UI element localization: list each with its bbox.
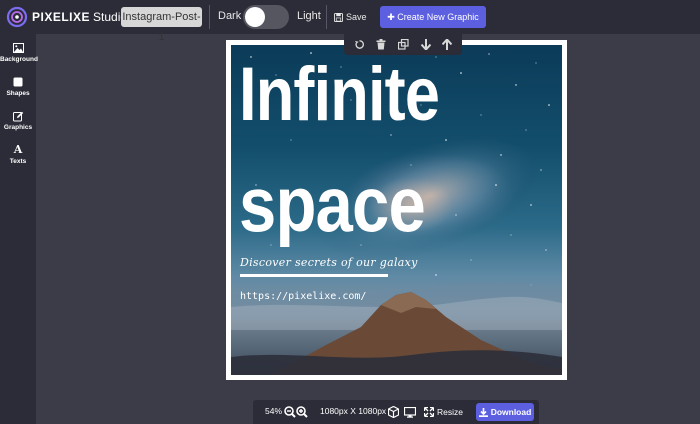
create-new-graphic-button[interactable]: ✚ Create New Graphic: [380, 6, 486, 28]
headline-line-1[interactable]: Infinite: [239, 55, 440, 135]
image-icon: [0, 42, 36, 54]
save-label: Save: [346, 12, 367, 22]
toggle-knob: [245, 7, 265, 27]
rotate-icon[interactable]: [354, 39, 365, 50]
canvas-frame: Infinite space Discover secrets of our g…: [226, 40, 567, 380]
url-text[interactable]: https://pixelixe.com/: [240, 291, 366, 302]
theme-light-label: Light: [297, 10, 321, 22]
divider: [209, 5, 210, 29]
document-name-field[interactable]: Instagram-Post-1: [121, 7, 202, 43]
sidebar-item-shapes[interactable]: Shapes: [0, 76, 36, 97]
sidebar-item-label: Shapes: [6, 90, 30, 97]
save-button[interactable]: Save: [334, 8, 367, 26]
logo[interactable]: PIXELIXE Studio: [6, 6, 127, 28]
zoom-level: 54%: [265, 406, 283, 416]
sidebar-item-texts[interactable]: A Texts: [0, 143, 36, 166]
plus-icon: ✚: [387, 12, 398, 22]
duplicate-icon[interactable]: [397, 39, 409, 50]
sidebar-item-label: Graphics: [3, 124, 33, 131]
edit-icon: [0, 110, 36, 122]
download-button[interactable]: Download: [476, 403, 534, 421]
cube-icon[interactable]: [387, 405, 400, 423]
top-bar: PIXELIXE Studio Instagram-Post-1 Dark Li…: [0, 0, 700, 43]
floppy-disk-icon: [334, 12, 343, 22]
create-label: Create New Graphic: [397, 12, 479, 22]
bottom-bar: 54% 1080px X 1080px Resize Download: [253, 400, 539, 424]
tagline-text[interactable]: Discover secrets of our galaxy: [240, 256, 418, 269]
square-icon: [0, 76, 36, 88]
pixelixe-logo-icon: [6, 6, 28, 28]
canvas-dimensions: 1080px X 1080px: [320, 406, 387, 416]
expand-icon: [424, 407, 434, 417]
arrow-up-icon[interactable]: [442, 39, 453, 50]
sidebar-item-graphics[interactable]: Graphics: [0, 110, 36, 131]
resize-label: Resize: [437, 407, 463, 417]
sidebar-item-background[interactable]: Background: [0, 42, 38, 63]
trash-icon[interactable]: [376, 39, 386, 50]
tagline-underline[interactable]: [240, 274, 388, 277]
artboard[interactable]: Infinite space Discover secrets of our g…: [231, 45, 562, 375]
headline-line-2[interactable]: space: [239, 163, 426, 245]
resize-button[interactable]: Resize: [424, 403, 463, 421]
text-icon: A: [13, 143, 23, 156]
zoom-out-icon[interactable]: [284, 405, 296, 423]
theme-toggle[interactable]: [243, 5, 289, 29]
brand-name: PIXELIXE: [32, 10, 91, 24]
sidebar-item-label: Texts: [9, 158, 27, 165]
left-sidebar: Background Shapes Graphics A Texts: [0, 34, 38, 424]
download-label: Download: [490, 407, 532, 417]
sidebar-item-label: Background: [0, 56, 38, 63]
download-icon: [478, 407, 488, 417]
zoom-in-icon[interactable]: [296, 405, 308, 423]
arrow-down-icon[interactable]: [420, 39, 431, 50]
theme-dark-label: Dark: [218, 10, 242, 22]
monitor-icon[interactable]: [403, 405, 417, 423]
divider: [326, 5, 327, 29]
element-toolbar: [344, 34, 462, 55]
